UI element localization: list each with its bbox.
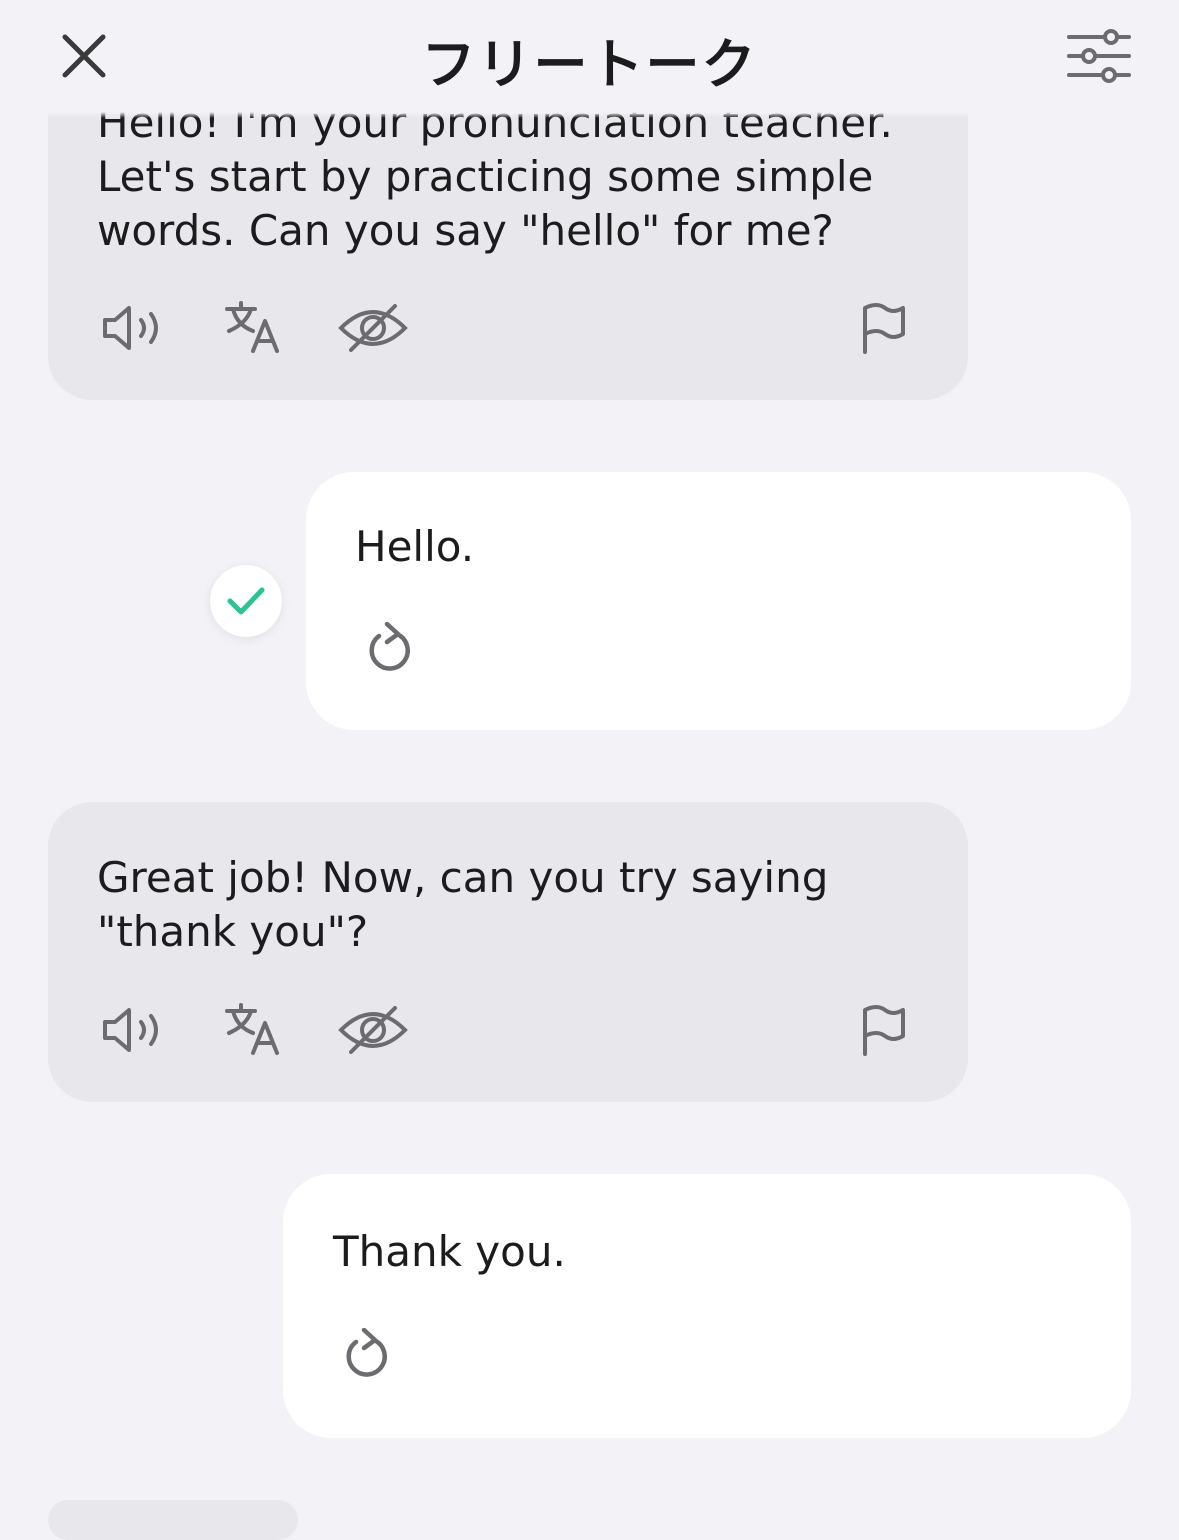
eye-off-icon[interactable] bbox=[336, 298, 410, 358]
chat-scroll-area[interactable]: Hello! I'm your pronunciation teacher. L… bbox=[0, 0, 1179, 1540]
user-message-bubble: Hello. bbox=[306, 472, 1131, 730]
user-message-text: Hello. bbox=[355, 522, 475, 571]
pronunciation-ok-badge bbox=[210, 565, 282, 637]
top-bar: フリートーク bbox=[0, 0, 1179, 118]
retry-icon[interactable] bbox=[360, 618, 420, 678]
sliders-icon bbox=[1067, 29, 1131, 83]
page-title: フリートーク bbox=[421, 33, 758, 96]
user-message-bubble: Thank you. bbox=[283, 1174, 1131, 1438]
check-icon bbox=[227, 587, 265, 615]
eye-off-icon[interactable] bbox=[336, 1000, 410, 1060]
retry-icon[interactable] bbox=[337, 1324, 397, 1384]
translate-icon[interactable] bbox=[220, 1000, 286, 1060]
ai-message-text: Great job! Now, can you try saying "than… bbox=[97, 853, 829, 956]
ai-message-bubble: Great job! Now, can you try saying "than… bbox=[48, 802, 968, 1102]
ai-message-text: Hello! I'm your pronunciation teacher. L… bbox=[97, 98, 893, 255]
flag-icon[interactable] bbox=[856, 1002, 912, 1058]
translate-icon[interactable] bbox=[220, 298, 286, 358]
settings-button[interactable] bbox=[1064, 26, 1134, 86]
next-ai-message-bubble bbox=[48, 1500, 298, 1540]
user-message-text: Thank you. bbox=[333, 1227, 566, 1276]
speaker-icon[interactable] bbox=[98, 298, 168, 358]
flag-icon[interactable] bbox=[856, 300, 912, 356]
speaker-icon[interactable] bbox=[98, 1000, 168, 1060]
header-divider bbox=[0, 112, 1179, 118]
